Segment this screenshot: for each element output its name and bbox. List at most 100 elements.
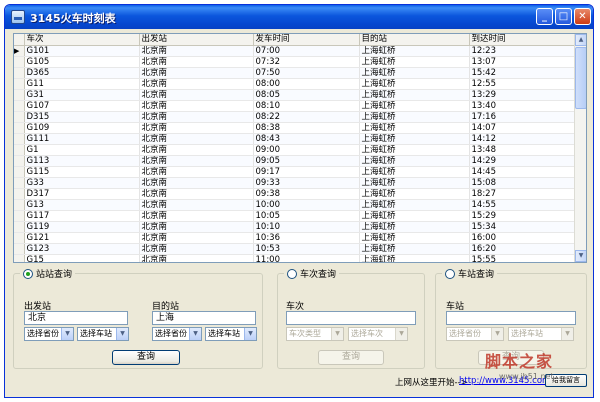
cell-from[interactable]: 北京南 <box>139 111 254 123</box>
cell-train[interactable]: G119 <box>24 221 140 233</box>
to-field[interactable]: 上海 <box>152 311 256 325</box>
cell-depart[interactable]: 10:00 <box>253 199 360 211</box>
cell-to[interactable]: 上海虹桥 <box>359 78 470 90</box>
cell-arrive[interactable]: 15:42 <box>469 67 575 79</box>
table-row[interactable]: G113 北京南 09:05 上海虹桥 14:29 <box>14 155 575 167</box>
cell-arrive[interactable]: 15:08 <box>469 177 575 189</box>
table-row[interactable]: G107 北京南 08:10 上海虹桥 13:40 <box>14 100 575 112</box>
cell-train[interactable]: D317 <box>24 188 140 200</box>
maximize-button[interactable]: □ <box>555 8 572 25</box>
station-field[interactable] <box>446 311 576 325</box>
cell-from[interactable]: 北京南 <box>139 254 254 262</box>
cell-depart[interactable]: 09:00 <box>253 144 360 156</box>
table-row[interactable]: G115 北京南 09:17 上海虹桥 14:45 <box>14 166 575 178</box>
cell-from[interactable]: 北京南 <box>139 89 254 101</box>
cell-depart[interactable]: 07:50 <box>253 67 360 79</box>
cell-depart[interactable]: 07:00 <box>253 45 360 57</box>
cell-from[interactable]: 北京南 <box>139 45 254 57</box>
row-indicator[interactable] <box>14 254 25 262</box>
cell-to[interactable]: 上海虹桥 <box>359 221 470 233</box>
cell-train[interactable]: D315 <box>24 111 140 123</box>
scroll-thumb[interactable] <box>575 47 586 109</box>
cell-arrive[interactable]: 14:45 <box>469 166 575 178</box>
cell-depart[interactable]: 10:05 <box>253 210 360 222</box>
table-row[interactable]: G117 北京南 10:05 上海虹桥 15:29 <box>14 210 575 222</box>
cell-to[interactable]: 上海虹桥 <box>359 155 470 167</box>
row-indicator[interactable] <box>14 133 25 145</box>
cell-depart[interactable]: 07:32 <box>253 56 360 68</box>
cell-to[interactable]: 上海虹桥 <box>359 210 470 222</box>
cell-arrive[interactable]: 12:55 <box>469 78 575 90</box>
cell-depart[interactable]: 09:38 <box>253 188 360 200</box>
col-header-arrive[interactable]: 到达时间 <box>469 34 575 46</box>
station-lookup-legend[interactable]: 车站查询 <box>442 267 498 280</box>
row-indicator[interactable] <box>14 232 25 244</box>
lookup-province-select[interactable]: 选择省份 ▼ <box>446 327 504 341</box>
table-row[interactable]: D365 北京南 07:50 上海虹桥 15:42 <box>14 67 575 79</box>
cell-from[interactable]: 北京南 <box>139 56 254 68</box>
cell-to[interactable]: 上海虹桥 <box>359 89 470 101</box>
row-indicator[interactable] <box>14 45 25 57</box>
scroll-up-button[interactable]: ▲ <box>575 34 586 46</box>
table-row[interactable]: G121 北京南 10:36 上海虹桥 16:00 <box>14 232 575 244</box>
cell-train[interactable]: G123 <box>24 243 140 255</box>
row-indicator[interactable] <box>14 177 25 189</box>
cell-from[interactable]: 北京南 <box>139 210 254 222</box>
cell-arrive[interactable]: 14:12 <box>469 133 575 145</box>
table-row[interactable]: G109 北京南 08:38 上海虹桥 14:07 <box>14 122 575 134</box>
row-indicator[interactable] <box>14 67 25 79</box>
cell-depart[interactable]: 08:38 <box>253 122 360 134</box>
cell-to[interactable]: 上海虹桥 <box>359 56 470 68</box>
cell-arrive[interactable]: 12:23 <box>469 45 575 57</box>
cell-to[interactable]: 上海虹桥 <box>359 122 470 134</box>
table-row[interactable]: G119 北京南 10:10 上海虹桥 15:34 <box>14 221 575 233</box>
cell-from[interactable]: 北京南 <box>139 100 254 112</box>
cell-train[interactable]: G113 <box>24 155 140 167</box>
minimize-button[interactable]: _ <box>536 8 553 25</box>
cell-to[interactable]: 上海虹桥 <box>359 111 470 123</box>
cell-train[interactable]: G115 <box>24 166 140 178</box>
train-query-radio[interactable] <box>287 268 297 279</box>
cell-from[interactable]: 北京南 <box>139 232 254 244</box>
close-button[interactable]: ✕ <box>574 8 591 25</box>
col-header-to[interactable]: 目的站 <box>359 34 470 46</box>
row-indicator[interactable] <box>14 155 25 167</box>
row-indicator[interactable] <box>14 89 25 101</box>
to-station-select[interactable]: 选择车站 ▼ <box>205 327 257 341</box>
table-row[interactable]: G33 北京南 09:33 上海虹桥 15:08 <box>14 177 575 189</box>
cell-from[interactable]: 北京南 <box>139 144 254 156</box>
cell-to[interactable]: 上海虹桥 <box>359 133 470 145</box>
cell-to[interactable]: 上海虹桥 <box>359 67 470 79</box>
cell-to[interactable]: 上海虹桥 <box>359 232 470 244</box>
table-row[interactable]: G111 北京南 08:43 上海虹桥 14:12 <box>14 133 575 145</box>
row-indicator[interactable] <box>14 243 25 255</box>
train-query-button[interactable]: 查询 <box>318 350 384 365</box>
station-query-legend[interactable]: 站站查询 <box>20 267 76 280</box>
cell-train[interactable]: G1 <box>24 144 140 156</box>
cell-arrive[interactable]: 13:07 <box>469 56 575 68</box>
cell-from[interactable]: 北京南 <box>139 122 254 134</box>
from-station-select[interactable]: 选择车站 ▼ <box>77 327 129 341</box>
station-query-button[interactable]: 查询 <box>112 350 180 365</box>
cell-train[interactable]: G101 <box>24 45 140 57</box>
row-indicator[interactable] <box>14 144 25 156</box>
cell-train[interactable]: G105 <box>24 56 140 68</box>
cell-to[interactable]: 上海虹桥 <box>359 144 470 156</box>
cell-arrive[interactable]: 17:16 <box>469 111 575 123</box>
cell-arrive[interactable]: 15:55 <box>469 254 575 262</box>
cell-train[interactable]: G121 <box>24 232 140 244</box>
cell-train[interactable]: G13 <box>24 199 140 211</box>
cell-to[interactable]: 上海虹桥 <box>359 166 470 178</box>
col-header-from[interactable]: 出发站 <box>139 34 254 46</box>
cell-from[interactable]: 北京南 <box>139 199 254 211</box>
row-indicator[interactable] <box>14 111 25 123</box>
table-row[interactable]: G15 北京南 11:00 上海虹桥 15:55 <box>14 254 575 262</box>
cell-from[interactable]: 北京南 <box>139 78 254 90</box>
cell-depart[interactable]: 10:36 <box>253 232 360 244</box>
train-query-legend[interactable]: 车次查询 <box>284 267 340 280</box>
row-indicator[interactable] <box>14 199 25 211</box>
cell-depart[interactable]: 10:53 <box>253 243 360 255</box>
cell-arrive[interactable]: 16:20 <box>469 243 575 255</box>
table-row[interactable]: G13 北京南 10:00 上海虹桥 14:55 <box>14 199 575 211</box>
cell-arrive[interactable]: 13:40 <box>469 100 575 112</box>
